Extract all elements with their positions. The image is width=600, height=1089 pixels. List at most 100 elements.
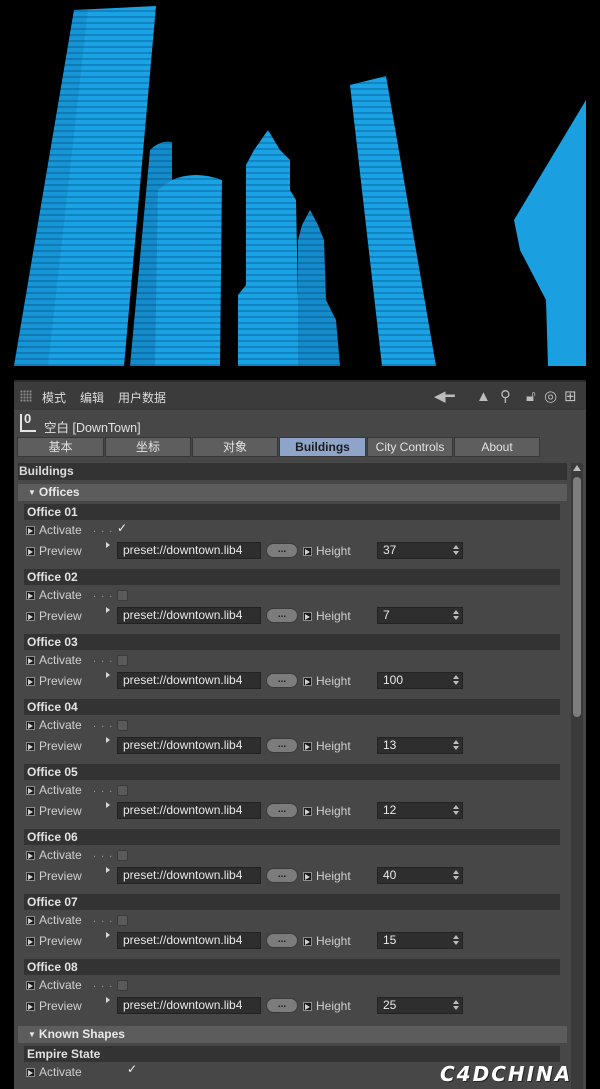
browse-button[interactable]: ... [266,608,298,623]
keyframe-button[interactable] [303,1002,312,1011]
menu-userdata[interactable]: 用户数据 [118,389,166,406]
browse-button[interactable]: ... [266,933,298,948]
spinner-arrows-icon[interactable] [453,609,459,622]
spinner-arrows-icon[interactable] [453,869,459,882]
height-field[interactable]: 15 [377,932,463,949]
preset-field[interactable]: preset://downtown.lib4 [117,737,261,754]
tab-object[interactable]: 对象 [192,437,278,457]
expand-triangle-icon[interactable] [106,997,110,1003]
preset-field[interactable]: preset://downtown.lib4 [117,542,261,559]
lock-icon[interactable]: 🔓︎ [526,386,536,408]
keyframe-button[interactable] [26,916,35,925]
activate-checkbox[interactable] [117,980,128,991]
keyframe-button[interactable] [26,786,35,795]
browse-button[interactable]: ... [266,543,298,558]
height-field[interactable]: 37 [377,542,463,559]
spinner-arrows-icon[interactable] [453,674,459,687]
keyframe-button[interactable] [303,872,312,881]
keyframe-button[interactable] [26,591,35,600]
keyframe-button[interactable] [26,677,35,686]
keyframe-button[interactable] [26,742,35,751]
browse-button[interactable]: ... [266,738,298,753]
spinner-arrows-icon[interactable] [453,804,459,817]
keyframe-button[interactable] [303,547,312,556]
arrow-up-icon[interactable]: ▲ [476,386,491,408]
keyframe-button[interactable] [303,807,312,816]
expand-triangle-icon[interactable] [106,672,110,678]
height-field[interactable]: 40 [377,867,463,884]
keyframe-button[interactable] [26,656,35,665]
preset-field[interactable]: preset://downtown.lib4 [117,672,261,689]
keyframe-button[interactable] [26,1002,35,1011]
expand-triangle-icon[interactable] [106,542,110,548]
activate-checkmark[interactable]: ✓ [117,522,127,534]
keyframe-button[interactable] [26,526,35,535]
keyframe-button[interactable] [303,937,312,946]
keyframe-button[interactable] [26,937,35,946]
browse-button[interactable]: ... [266,998,298,1013]
grip-icon[interactable] [20,390,32,402]
tab-about[interactable]: About [454,437,540,457]
height-field[interactable]: 25 [377,997,463,1014]
spinner-arrows-icon[interactable] [453,739,459,752]
preset-field[interactable]: preset://downtown.lib4 [117,997,261,1014]
keyframe-button[interactable] [26,807,35,816]
activate-checkbox[interactable] [117,850,128,861]
search-icon[interactable]: ⚲ [500,386,511,408]
height-field[interactable]: 13 [377,737,463,754]
preset-field[interactable]: preset://downtown.lib4 [117,867,261,884]
keyframe-button[interactable] [303,742,312,751]
browse-button[interactable]: ... [266,868,298,883]
vertical-scrollbar[interactable] [571,463,583,1089]
keyframe-button[interactable] [26,981,35,990]
height-field[interactable]: 100 [377,672,463,689]
keyframe-button[interactable] [26,872,35,881]
expand-triangle-icon[interactable] [106,802,110,808]
keyframe-button[interactable] [26,547,35,556]
browse-button[interactable]: ... [266,673,298,688]
keyframe-button[interactable] [26,851,35,860]
keyframe-button[interactable] [26,1068,35,1077]
target-icon[interactable]: ◎ [544,386,557,408]
activate-label: Activate [39,913,82,927]
preset-field[interactable]: preset://downtown.lib4 [117,607,261,624]
expand-triangle-icon[interactable] [106,607,110,613]
spinner-arrows-icon[interactable] [453,999,459,1012]
activate-checkbox[interactable] [117,720,128,731]
expand-triangle-icon[interactable] [106,737,110,743]
expand-triangle-icon[interactable] [106,932,110,938]
activate-checkbox[interactable] [117,915,128,926]
collapse-triangle-icon[interactable]: ▼ [28,484,36,501]
tab-buildings[interactable]: Buildings [279,437,366,457]
collapse-triangle-icon[interactable]: ▼ [28,1026,36,1043]
preset-field[interactable]: preset://downtown.lib4 [117,802,261,819]
browse-button[interactable]: ... [266,803,298,818]
tab-coord[interactable]: 坐标 [105,437,191,457]
tab-basic[interactable]: 基本 [17,437,104,457]
scroll-up-icon[interactable] [573,465,581,471]
scroll-thumb[interactable] [573,477,581,717]
tab-city-controls[interactable]: City Controls [367,437,453,457]
height-field[interactable]: 12 [377,802,463,819]
group-known-shapes[interactable]: ▼ Known Shapes [18,1026,567,1043]
arrow-left-icon[interactable]: ◀━ [434,386,455,408]
preset-field[interactable]: preset://downtown.lib4 [117,932,261,949]
activate-checkbox[interactable] [117,655,128,666]
group-offices[interactable]: ▼ Offices [18,484,567,501]
keyframe-button[interactable] [303,677,312,686]
keyframe-button[interactable] [26,612,35,621]
height-label: Height [316,674,351,688]
keyframe-button[interactable] [26,721,35,730]
3d-viewport[interactable] [0,0,600,372]
activate-checkbox[interactable] [117,785,128,796]
activate-checkbox[interactable] [117,590,128,601]
spinner-arrows-icon[interactable] [453,544,459,557]
menu-mode[interactable]: 模式 [42,389,66,406]
activate-checkmark[interactable]: ✓ [127,1063,137,1075]
spinner-arrows-icon[interactable] [453,934,459,947]
height-field[interactable]: 7 [377,607,463,624]
expand-triangle-icon[interactable] [106,867,110,873]
menu-edit[interactable]: 编辑 [80,389,104,406]
plus-icon[interactable]: ⊞ [564,386,577,408]
keyframe-button[interactable] [303,612,312,621]
